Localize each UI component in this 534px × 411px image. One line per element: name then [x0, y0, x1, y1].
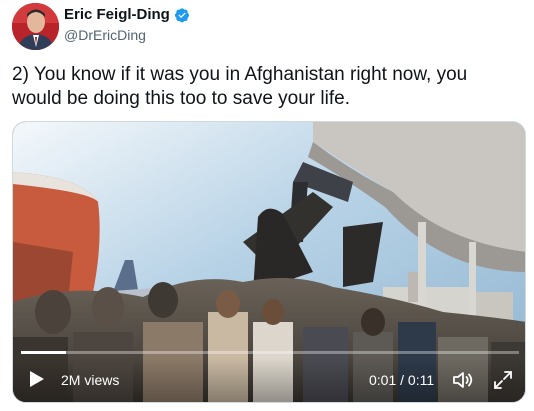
volume-icon[interactable] — [451, 368, 475, 392]
video-progress-fill — [21, 351, 66, 354]
tweet-header: Eric Feigl-Ding @DrEricDing — [0, 0, 534, 55]
verified-badge-icon — [174, 7, 189, 22]
video-controls: 2M views 0:01 / 0:11 — [13, 358, 525, 402]
play-icon[interactable] — [25, 368, 47, 390]
tweet-text: 2) You know if it was you in Afghanistan… — [12, 64, 468, 109]
video-progress-bar[interactable] — [21, 351, 519, 354]
author-handle[interactable]: @DrEricDing — [64, 27, 146, 43]
avatar[interactable] — [12, 3, 59, 50]
avatar-image — [12, 3, 59, 50]
video-player[interactable]: 2M views 0:01 / 0:11 — [12, 121, 526, 403]
author-name-row[interactable]: Eric Feigl-Ding — [64, 6, 190, 23]
video-time: 0:01 / 0:11 — [369, 372, 435, 388]
author-display-name[interactable]: Eric Feigl-Ding — [64, 6, 170, 23]
fullscreen-icon[interactable] — [491, 368, 515, 392]
video-views: 2M views — [61, 372, 120, 388]
